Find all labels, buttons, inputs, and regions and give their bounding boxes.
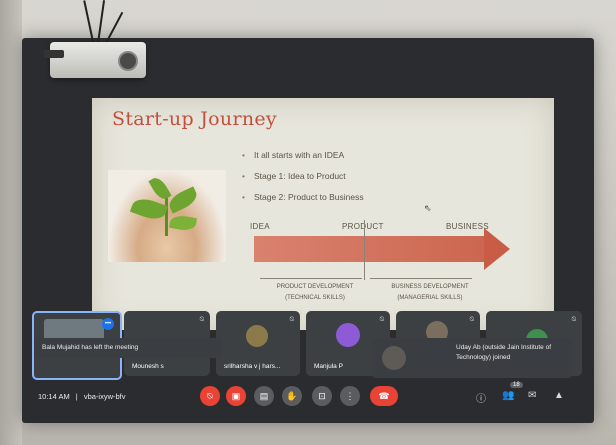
mic-off-icon: ⍉ xyxy=(571,316,576,323)
participant-name: Mounesh s xyxy=(132,363,164,370)
camera-off-button[interactable]: ▣ xyxy=(226,386,246,406)
participant-name: Manjula P xyxy=(314,363,343,370)
people-icon[interactable]: 👥 xyxy=(502,390,514,401)
bracket-right xyxy=(370,274,472,279)
bracket-left-label: PRODUCT DEVELOPMENT (TECHNICAL SKILLS) xyxy=(260,284,370,301)
bullet-item: Stage 2: Product to Business xyxy=(242,192,364,202)
mouse-cursor-icon: ⇖ xyxy=(424,203,432,213)
participant-name: srilharsha v j hars... xyxy=(224,363,281,370)
raise-hand-button[interactable]: ✋ xyxy=(282,386,302,406)
bracket-left-line2: (TECHNICAL SKILLS) xyxy=(285,295,345,301)
slide-bullets: It all starts with an IDEA Stage 1: Idea… xyxy=(242,150,364,213)
bracket-left-line1: PRODUCT DEVELOPMENT xyxy=(276,284,354,290)
info-icon[interactable]: ⓘ xyxy=(476,390,486,405)
participant-tile[interactable]: ⍉ srilharsha v j hars... xyxy=(216,311,300,376)
journey-arrow-head xyxy=(484,228,510,270)
leaf xyxy=(166,186,200,214)
avatar xyxy=(382,346,406,370)
chat-icon[interactable]: ✉ xyxy=(528,390,536,401)
left-meeting-toast: Bala Mujahid has left the meeting xyxy=(34,338,222,358)
bullet-item: It all starts with an IDEA xyxy=(242,150,364,160)
end-call-button[interactable]: ☎ xyxy=(370,386,398,406)
people-count-badge: 18 xyxy=(510,382,523,388)
mic-off-icon: ⍉ xyxy=(469,316,474,323)
meeting-control-bar: 10:14 AM | vba-ixyw-bfv ⍉ ▣ ▤ ✋ ⊡ ⋮ ☎ ⓘ … xyxy=(30,380,580,414)
captions-button[interactable]: ▤ xyxy=(254,386,274,406)
bracket-left xyxy=(260,274,362,279)
plant-stem xyxy=(165,198,168,236)
toast-text: Bala Mujahid has left the meeting xyxy=(42,344,139,351)
journey-arrow-body xyxy=(254,236,486,262)
ceiling-projector xyxy=(44,42,146,78)
avatar xyxy=(246,325,268,347)
presentation-slide: Start-up Journey It all starts with an I… xyxy=(92,98,554,330)
mic-off-icon: ⍉ xyxy=(199,316,204,323)
meeting-info: 10:14 AM | vba-ixyw-bfv xyxy=(38,392,126,401)
present-button[interactable]: ⊡ xyxy=(312,386,332,406)
joined-toast: Uday Ab (outside Jain Institute of Techn… xyxy=(372,338,572,378)
mic-off-icon: ⍉ xyxy=(289,316,294,323)
speaking-badge: ••• xyxy=(102,318,114,330)
meeting-code: vba-ixyw-bfv xyxy=(83,392,126,401)
projector-lens xyxy=(118,51,138,71)
bracket-right-line1: BUSINESS DEVELOPMENT xyxy=(391,284,469,290)
mic-off-icon: ⍉ xyxy=(379,316,384,323)
activities-icon[interactable]: ▲ xyxy=(554,390,564,401)
bullet-item: Stage 1: Idea to Product xyxy=(242,171,364,181)
slide-title: Start-up Journey xyxy=(112,108,277,130)
stage-divider xyxy=(364,220,365,280)
wall-edge xyxy=(0,0,22,445)
toast-text: Uday Ab (outside Jain Institute of Techn… xyxy=(456,344,552,361)
meeting-time: 10:14 AM xyxy=(38,392,70,401)
separator: | xyxy=(75,392,78,401)
plant-in-hands-image xyxy=(108,170,226,262)
stage-label-business: BUSINESS xyxy=(446,222,489,231)
bracket-right-label: BUSINESS DEVELOPMENT (MANAGERIAL SKILLS) xyxy=(374,284,486,301)
mic-off-button[interactable]: ⍉ xyxy=(200,386,220,406)
more-options-button[interactable]: ⋮ xyxy=(340,386,360,406)
bracket-right-line2: (MANAGERIAL SKILLS) xyxy=(397,295,463,301)
stage-label-idea: IDEA xyxy=(250,222,270,231)
stage-label-product: PRODUCT xyxy=(342,222,384,231)
leaf xyxy=(148,174,172,203)
avatar xyxy=(336,323,360,347)
projected-screen: Start-up Journey It all starts with an I… xyxy=(22,38,594,423)
projector-mount xyxy=(44,50,64,58)
leaf xyxy=(168,213,198,233)
